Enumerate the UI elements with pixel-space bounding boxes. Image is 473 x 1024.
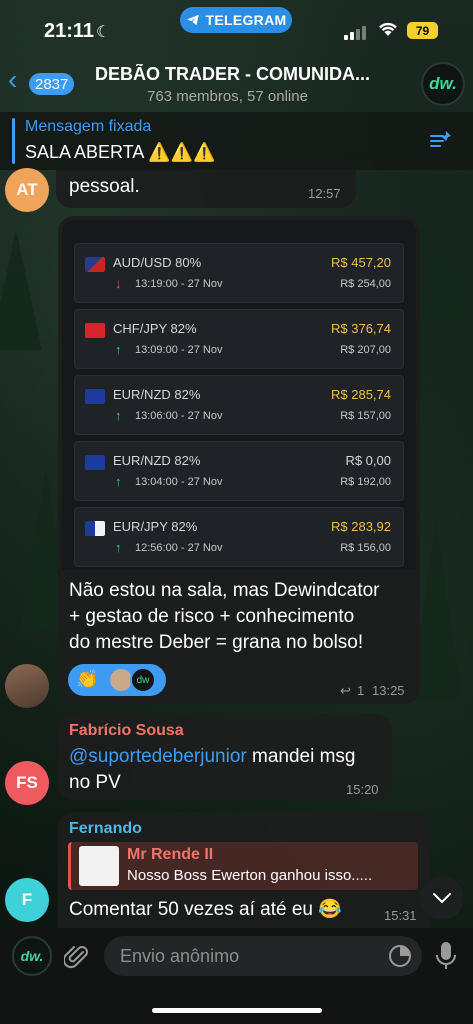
pinned-list-icon[interactable] — [428, 128, 456, 154]
trade-pair: EUR/JPY 82% — [113, 519, 198, 534]
message-composer: dw. Envio anônimo — [0, 928, 473, 1024]
trade-pair: AUD/USD 80% — [113, 255, 202, 270]
message-text-line: no PV — [69, 772, 121, 793]
up-arrow-icon: ↑ — [115, 408, 122, 423]
trade-time: 13:06:00 - 27 Nov — [135, 410, 223, 422]
message-bubble[interactable]: Fernando Mr Rende II Nosso Boss Ewerton … — [58, 812, 430, 928]
trade-card: EUR/JPY 82% ↑ 12:56:00 - 27 Nov R$ 283,9… — [74, 507, 404, 567]
message-text-line: + gestao de risco + conhecimento — [69, 606, 355, 627]
chevron-down-icon — [433, 893, 451, 904]
trade-stake: R$ 207,00 — [340, 344, 391, 356]
pill-label: TELEGRAM — [205, 12, 287, 28]
pinned-label: Mensagem fixada — [25, 118, 152, 135]
message-bubble[interactable]: Fabrício Sousa @suportedeberjunior mande… — [58, 714, 392, 800]
flag-icon — [85, 521, 105, 536]
trade-stake: R$ 156,00 — [340, 542, 391, 554]
message-text: @suportedeberjunior mandei msg — [69, 744, 356, 770]
up-arrow-icon: ↑ — [115, 474, 122, 489]
clap-emoji: 👏 — [76, 669, 99, 689]
microphone-icon[interactable] — [434, 940, 458, 977]
pinned-text: SALA ABERTA ⚠️⚠️⚠️ — [25, 142, 216, 162]
moon-icon: ☾ — [96, 24, 111, 41]
message-time: 15:20 — [346, 782, 379, 797]
trade-stake: R$ 192,00 — [340, 476, 391, 488]
avatar[interactable] — [5, 664, 49, 708]
reply-arrow-icon: ↩ — [340, 683, 351, 698]
channel-avatar[interactable]: dw. — [421, 62, 465, 106]
message-time: 12:57 — [308, 186, 341, 201]
status-bar: 21:11 ☾ TELEGRAM 79 — [0, 0, 473, 56]
trade-result: R$ 376,74 — [331, 321, 391, 336]
chat-title[interactable]: DEBÃO TRADER - COMUNIDA... — [95, 64, 405, 85]
battery-icon: 79 — [407, 22, 438, 39]
quote-text: Nosso Boss Ewerton ganhou isso..... — [127, 867, 373, 884]
message-bubble[interactable]: pessoal. 12:57 — [56, 170, 356, 208]
avatar[interactable]: AT — [5, 168, 49, 212]
background-tree — [0, 230, 42, 350]
flag-icon — [85, 389, 105, 404]
chat-header: ‹ 2837 DEBÃO TRADER - COMUNIDA... 763 me… — [0, 56, 473, 112]
trade-card: AUD/USD 80% ↓ 13:19:00 - 27 Nov R$ 457,2… — [74, 243, 404, 303]
flag-icon — [85, 455, 105, 470]
back-chevron-icon[interactable]: ‹ — [8, 66, 17, 94]
flag-icon — [85, 323, 105, 338]
reaction-pill[interactable]: 👏 dw — [68, 664, 166, 696]
trade-result: R$ 457,20 — [331, 255, 391, 270]
trade-time: 12:56:00 - 27 Nov — [135, 542, 223, 554]
input-placeholder: Envio anônimo — [120, 946, 240, 966]
message-text-line: Não estou na sala, mas Dewindcator — [69, 580, 380, 601]
reply-count[interactable]: 1 — [357, 683, 364, 698]
trade-pair: CHF/JPY 82% — [113, 321, 197, 336]
clock: 21:11 — [44, 20, 95, 42]
quote-thumbnail — [79, 846, 119, 886]
wifi-icon — [378, 21, 398, 42]
trade-card: CHF/JPY 82% ↑ 13:09:00 - 27 Nov R$ 376,7… — [74, 309, 404, 369]
message-text-part: mandei msg — [246, 746, 356, 767]
trade-result: R$ 285,74 — [331, 387, 391, 402]
avatar[interactable]: FS — [5, 761, 49, 805]
trade-result: R$ 0,00 — [345, 453, 391, 468]
sticker-icon[interactable] — [388, 944, 412, 973]
chat-subtitle: 763 membros, 57 online — [147, 88, 308, 105]
background-tree — [420, 180, 472, 320]
trade-card: EUR/NZD 82% ↑ 13:04:00 - 27 Nov R$ 0,00 … — [74, 441, 404, 501]
quote-author: Mr Rende II — [127, 846, 214, 863]
message-text: Comentar 50 vezes aí até eu 😂 — [69, 899, 342, 920]
signal-icon — [344, 26, 366, 40]
trade-card: EUR/NZD 82% ↑ 13:06:00 - 27 Nov R$ 285,7… — [74, 375, 404, 435]
pinned-indicator — [12, 118, 15, 164]
pinned-message-bar[interactable]: Mensagem fixada SALA ABERTA ⚠️⚠️⚠️ — [0, 112, 473, 170]
quoted-message[interactable]: Mr Rende II Nosso Boss Ewerton ganhou is… — [68, 842, 418, 890]
trade-time: 13:09:00 - 27 Nov — [135, 344, 223, 356]
up-arrow-icon: ↑ — [115, 342, 122, 357]
paper-plane-icon — [186, 14, 199, 26]
trade-result: R$ 283,92 — [331, 519, 391, 534]
trade-pair: EUR/NZD 82% — [113, 453, 201, 468]
send-as-avatar[interactable]: dw. — [12, 936, 52, 976]
trade-stake: R$ 157,00 — [340, 410, 391, 422]
sender-name[interactable]: Fernando — [69, 820, 142, 838]
mention-link[interactable]: @suportedeberjunior — [69, 746, 247, 767]
trade-stake: R$ 254,00 — [340, 278, 391, 290]
scroll-down-button[interactable] — [420, 876, 464, 920]
message-time: 15:31 — [384, 908, 417, 923]
message-text-line: do mestre Deber = grana no bolso! — [69, 632, 364, 653]
trade-time: 13:19:00 - 27 Nov — [135, 278, 223, 290]
attach-icon[interactable] — [62, 942, 90, 975]
down-arrow-icon: ↓ — [115, 276, 122, 291]
trade-time: 13:04:00 - 27 Nov — [135, 476, 223, 488]
avatar[interactable]: F — [5, 878, 49, 922]
telegram-pill[interactable]: TELEGRAM — [180, 7, 292, 33]
up-arrow-icon: ↑ — [115, 540, 122, 555]
sender-name[interactable]: Fabrício Sousa — [69, 722, 184, 740]
home-indicator — [152, 1008, 322, 1013]
message-input[interactable]: Envio anônimo — [104, 936, 422, 976]
message-time: 13:25 — [372, 683, 405, 698]
unread-count-badge[interactable]: 2837 — [29, 73, 75, 95]
flag-icon — [85, 257, 105, 272]
reactor-avatar: dw — [130, 667, 156, 693]
message-text: pessoal. — [69, 176, 140, 197]
trade-pair: EUR/NZD 82% — [113, 387, 201, 402]
